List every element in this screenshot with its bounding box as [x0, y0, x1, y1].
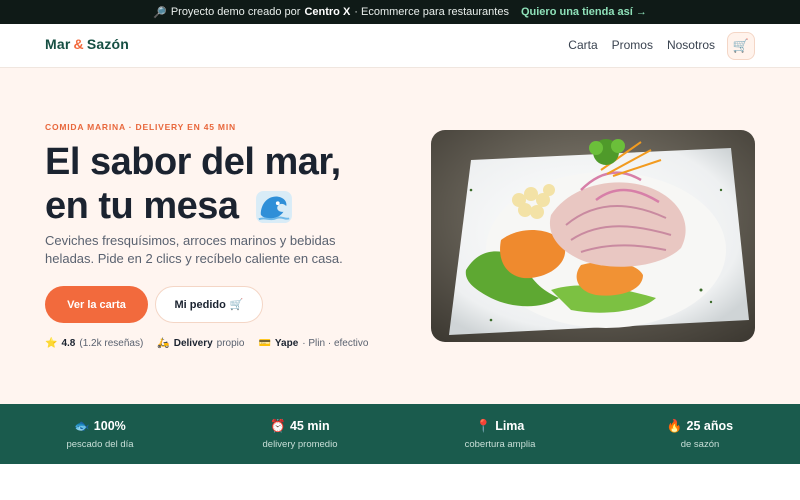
- hero-meta: ⭐ 4.8 (1.2k reseñas) 🛵 Delivery propio 💳…: [45, 338, 368, 349]
- ceviche-illustration: [431, 130, 755, 342]
- rating: ⭐ 4.8 (1.2k reseñas): [45, 338, 143, 349]
- view-menu-button[interactable]: Ver la carta: [45, 286, 148, 323]
- stat-value: 100%: [93, 419, 126, 433]
- stat-label: delivery promedio: [262, 438, 338, 450]
- stat-delivery-time: ⏰ 45 min delivery promedio: [200, 404, 400, 464]
- logo-text-a: Mar: [45, 36, 71, 52]
- rating-value: 4.8: [61, 338, 76, 349]
- stat-label: pescado del día: [66, 438, 134, 450]
- stat-value: 25 años: [686, 419, 734, 433]
- announcement-suffix: · Ecommerce para restaurantes: [354, 6, 509, 18]
- stat-coverage: 📍 Lima cobertura amplia: [400, 404, 600, 464]
- ceviche-dish-image: [431, 130, 755, 342]
- announcement-bar: 🔎 Proyecto demo creado por Centro X · Ec…: [0, 0, 800, 24]
- cart-icon: 🛒: [229, 299, 244, 311]
- hero-kicker: COMIDA MARINA · DELIVERY EN 45 MIN: [45, 122, 236, 132]
- hero-section: COMIDA MARINA · DELIVERY EN 45 MIN El sa…: [0, 68, 800, 404]
- payment-info: 💳 Yape · Plin · efectivo: [258, 338, 368, 349]
- my-order-label: Mi pedido: [174, 298, 226, 311]
- announcement-prefix: Proyecto demo creado por: [170, 6, 301, 18]
- stat-label: cobertura amplia: [464, 438, 536, 450]
- card-icon: 💳: [258, 338, 271, 349]
- pin-icon: 🔎: [153, 6, 167, 19]
- hero-title-line2: en tu mesa: [45, 185, 239, 227]
- site-header: Mar & Sazón Carta Promos Nosotros 🛒: [0, 24, 800, 68]
- hero-title-line1: El sabor del mar,: [45, 141, 341, 183]
- delivery-label: Delivery: [173, 338, 213, 349]
- logo-text-b: Sazón: [86, 36, 130, 52]
- stat-value: Lima: [495, 419, 525, 433]
- announcement-cta-link[interactable]: Quiero una tienda así →: [521, 6, 647, 18]
- stat-experience: 🔥 25 años de sazón: [600, 404, 800, 464]
- stats-band: 🐟 100% pescado del día ⏰ 45 min delivery p…: [0, 404, 800, 464]
- scooter-icon: 🛵: [157, 338, 170, 349]
- my-order-button[interactable]: Mi pedido 🛒: [155, 286, 263, 323]
- payment-suffix: · Plin · efectivo: [302, 338, 369, 349]
- logo[interactable]: Mar & Sazón: [45, 36, 129, 52]
- star-icon: ⭐: [45, 338, 58, 349]
- cart-icon: 🛒: [732, 38, 750, 53]
- rating-count: (1.2k reseñas): [79, 338, 144, 349]
- main-nav: Carta Promos Nosotros: [568, 38, 715, 52]
- announcement-brand: Centro X: [304, 6, 351, 18]
- clock-icon: ⏰: [270, 418, 286, 433]
- wave-icon: [255, 190, 292, 224]
- stat-label: de sazón: [680, 438, 720, 450]
- nav-link-nosotros[interactable]: Nosotros: [667, 38, 715, 52]
- stat-value: 45 min: [289, 419, 330, 433]
- hero-subtitle: Ceviches fresquísimos, arroces marinos y…: [45, 233, 343, 266]
- hero-title: El sabor del mar, en tu mesa: [45, 140, 415, 228]
- cart-button[interactable]: 🛒: [727, 32, 755, 60]
- payment-label: Yape: [274, 338, 299, 349]
- delivery-info: 🛵 Delivery propio: [157, 338, 244, 349]
- delivery-suffix: propio: [216, 338, 245, 349]
- logo-ampersand: &: [73, 36, 84, 52]
- fish-icon: 🐟: [74, 418, 90, 433]
- nav-link-promos[interactable]: Promos: [612, 38, 653, 52]
- flame-icon: 🔥: [666, 418, 683, 433]
- stat-fresh-fish: 🐟 100% pescado del día: [0, 404, 200, 464]
- pin-icon: 📍: [475, 418, 492, 433]
- nav-link-carta[interactable]: Carta: [568, 38, 597, 52]
